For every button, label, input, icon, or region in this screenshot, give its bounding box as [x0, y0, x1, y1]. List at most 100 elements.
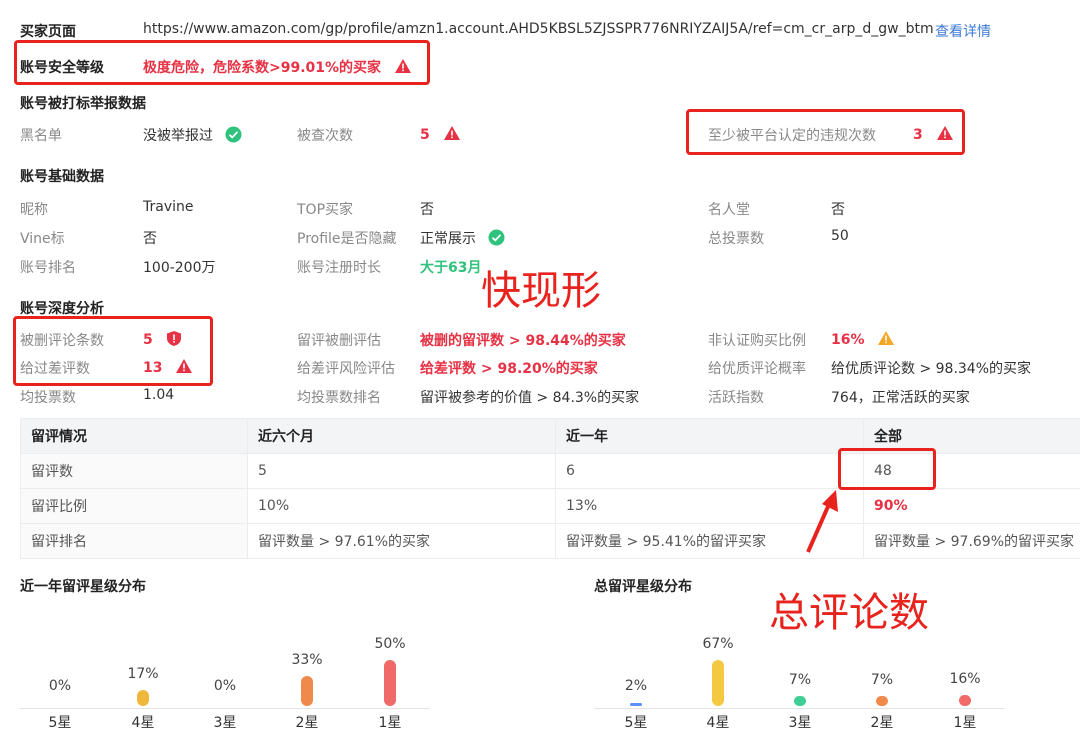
warning-icon: [878, 331, 895, 345]
vine-value: 否: [143, 231, 157, 247]
table-cell: 留评数量 > 97.61%的买家: [247, 523, 556, 559]
chart-bar: [384, 660, 396, 706]
checked-count-label: 被查次数: [297, 128, 353, 144]
table-header: 近一年: [555, 418, 864, 454]
view-details-link[interactable]: 查看详情: [935, 21, 991, 41]
chart-bar: [137, 690, 149, 706]
avg-votes-rank-label: 均投票数排名: [297, 390, 381, 406]
unverified-ratio-label: 非认证购买比例: [708, 333, 806, 349]
registration-age-value: 大于63月: [420, 260, 482, 276]
registration-age-label: 账号注册时长: [297, 260, 381, 276]
chart-data-label: 7%: [788, 672, 812, 688]
chart-baseline: [20, 708, 430, 709]
hall-of-fame-label: 名人堂: [708, 202, 750, 218]
blacklist-value: 没被举报过: [143, 125, 242, 145]
annotation-text-total-reviews: 总评论数: [769, 590, 929, 636]
annotation-box-deleted-bad: [13, 316, 213, 386]
buyer-page-label: 买家页面: [20, 24, 76, 40]
checked-count-number: 5: [420, 127, 430, 143]
annotation-arrow-icon: [806, 490, 838, 553]
annotation-box-violations: [686, 109, 965, 155]
total-votes-value: 50: [831, 228, 849, 244]
unverified-ratio-value: 16%: [831, 330, 895, 348]
profile-hidden-label: Profile是否隐藏: [297, 231, 397, 247]
chart-category-label: 5星: [624, 715, 648, 731]
deep-section-title: 账号深度分析: [20, 301, 104, 317]
table-cell: 留评比例: [20, 488, 248, 524]
bad-review-risk-label: 给差评风险评估: [297, 361, 395, 377]
unverified-ratio-number: 16%: [831, 332, 865, 348]
chart-baseline: [594, 708, 1004, 709]
chart-category-label: 4星: [706, 715, 730, 731]
basic-section-title: 账号基础数据: [20, 169, 104, 185]
check-circle-icon: [225, 126, 242, 143]
activity-index-label: 活跃指数: [708, 390, 764, 406]
chart-bar: [630, 703, 642, 706]
table-cell: 留评数: [20, 453, 248, 489]
annotation-text-quick-show: 快现形: [481, 268, 601, 314]
quality-review-label: 给优质评论概率: [708, 361, 806, 377]
top-buyer-value: 否: [420, 202, 434, 218]
chart-data-label: 16%: [949, 671, 981, 687]
annotation-box-security: [14, 40, 430, 85]
checked-count-value: 5: [420, 125, 461, 143]
annotation-box-total-reviews: [838, 448, 936, 490]
total-votes-label: 总投票数: [708, 231, 764, 247]
chart-category-label: 2星: [870, 715, 894, 731]
chart-bar: [876, 696, 888, 706]
chart-category-label: 2星: [295, 715, 319, 731]
warning-icon: [443, 126, 460, 140]
table-cell: 90%: [863, 488, 1080, 524]
chart-data-label: 50%: [374, 636, 406, 652]
bad-review-risk-value: 给差评数 > 98.20%的买家: [420, 361, 598, 377]
table-header: 近六个月: [247, 418, 556, 454]
chart-data-label: 0%: [213, 678, 237, 694]
chart-bar: [712, 660, 724, 706]
table-row: 留评排名 留评数量 > 97.61%的买家 留评数量 > 95.41%的留评买家…: [20, 523, 1080, 559]
table-cell: 5: [247, 453, 556, 489]
blacklist-text: 没被举报过: [143, 128, 213, 144]
chart-data-label: 33%: [291, 652, 323, 668]
chart-category-label: 5星: [48, 715, 72, 731]
chart-category-label: 4星: [131, 715, 155, 731]
table-header: 留评情况: [20, 418, 248, 454]
buyer-page-url[interactable]: https://www.amazon.com/gp/profile/amzn1.…: [143, 21, 934, 37]
chart-data-label: 0%: [48, 678, 72, 694]
chart-data-label: 7%: [870, 672, 894, 688]
deleted-assess-label: 留评被删评估: [297, 333, 381, 349]
chart-data-label: 2%: [624, 678, 648, 694]
chart-title-total: 总留评星级分布: [594, 579, 692, 595]
top-buyer-label: TOP买家: [297, 202, 354, 218]
profile-hidden-value: 正常展示: [420, 228, 505, 248]
avg-votes-value: 1.04: [143, 387, 175, 403]
chart-title-year: 近一年留评星级分布: [20, 579, 146, 595]
account-rank-value: 100-200万: [143, 260, 216, 276]
account-rank-label: 账号排名: [20, 260, 76, 276]
chart-data-label: 17%: [127, 666, 159, 682]
report-section-title: 账号被打标举报数据: [20, 96, 146, 112]
avg-votes-rank-value: 留评被参考的价值 > 84.3%的买家: [420, 390, 640, 406]
blacklist-label: 黑名单: [20, 128, 62, 144]
check-circle-icon: [488, 229, 505, 246]
table-cell: 留评排名: [20, 523, 248, 559]
avg-votes-label: 均投票数: [20, 390, 76, 406]
hall-of-fame-value: 否: [831, 202, 845, 218]
table-cell: 留评数量 > 97.69%的留评买家: [863, 523, 1080, 559]
chart-category-label: 1星: [953, 715, 977, 731]
chart-category-label: 3星: [788, 715, 812, 731]
chart-bar: [959, 695, 971, 706]
deleted-assess-value: 被删的留评数 > 98.44%的买家: [420, 333, 626, 349]
chart-data-label: 67%: [702, 636, 734, 652]
chart-bar: [301, 676, 313, 706]
nickname-value: Travine: [143, 199, 194, 215]
table-cell: 10%: [247, 488, 556, 524]
quality-review-value: 给优质评论数 > 98.34%的买家: [831, 361, 1032, 377]
table-row: 留评比例 10% 13% 90%: [20, 488, 1080, 524]
nickname-label: 昵称: [20, 202, 48, 218]
chart-category-label: 3星: [213, 715, 237, 731]
vine-label: Vine标: [20, 231, 65, 247]
chart-category-label: 1星: [378, 715, 402, 731]
table-cell: 6: [555, 453, 864, 489]
activity-index-value: 764，正常活跃的买家: [831, 390, 970, 406]
chart-bar: [794, 696, 806, 706]
